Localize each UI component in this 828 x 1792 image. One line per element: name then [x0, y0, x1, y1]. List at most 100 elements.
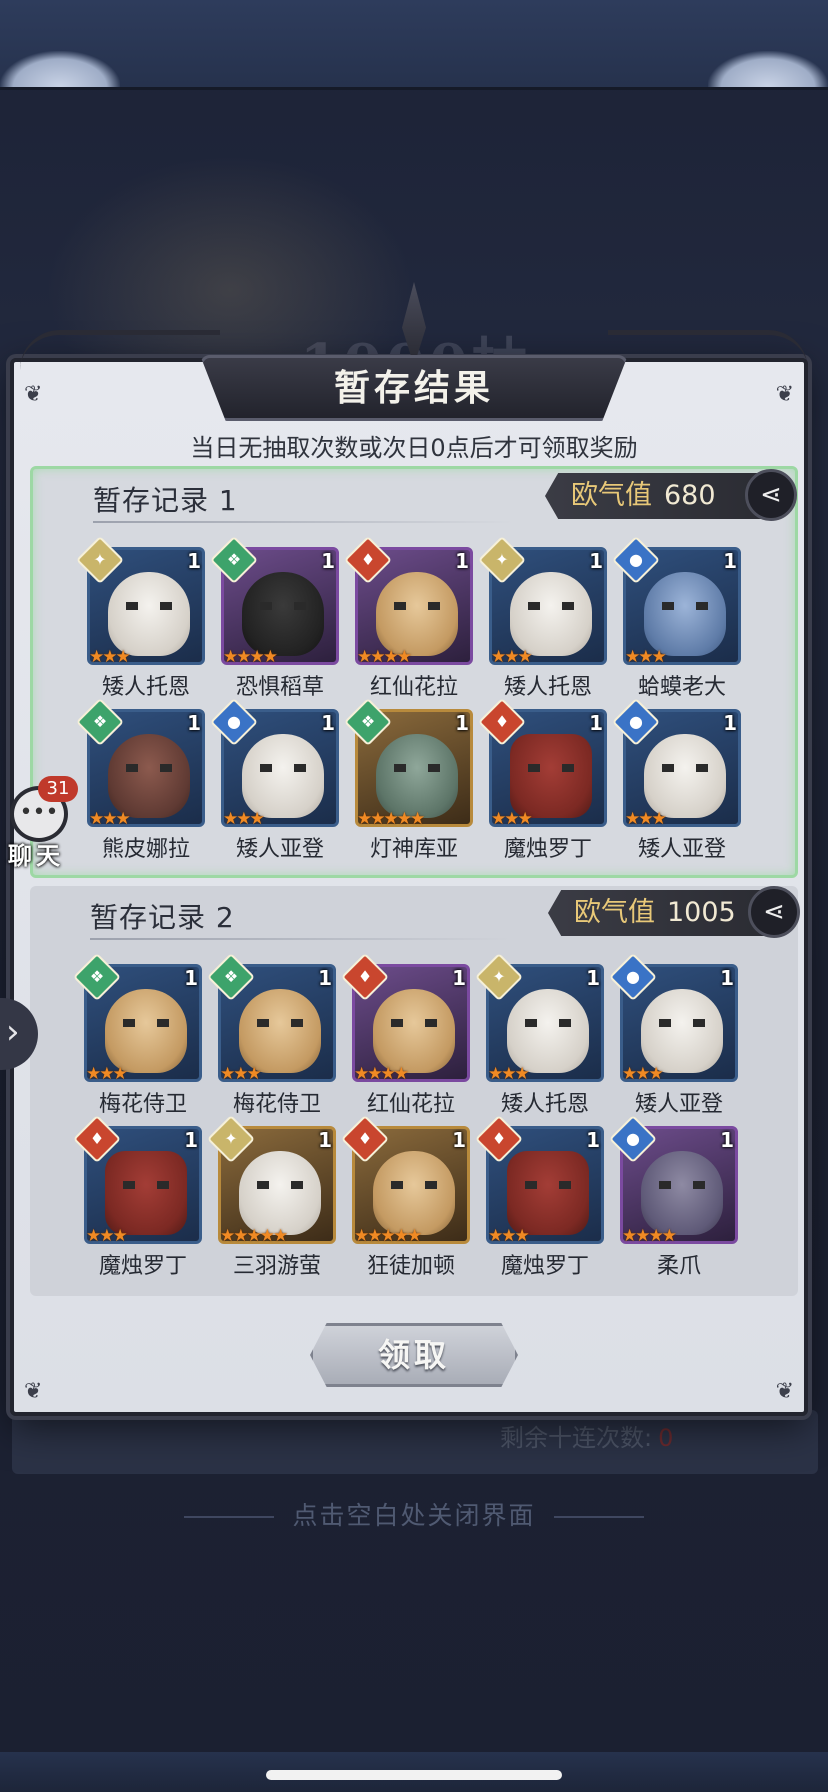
hero-name: 魔烛罗丁 [503, 837, 592, 862]
hero-count: 1 [184, 966, 198, 990]
luck-label: 欧气值 [571, 480, 652, 511]
cloud-decoration [708, 51, 828, 87]
hero-count: 1 [455, 549, 469, 573]
hero-stars: ★★★★ [354, 1064, 409, 1084]
hero-name: 矮人亚登 [634, 1092, 723, 1117]
hero-face [507, 1151, 589, 1235]
hero-card[interactable]: ❖ 1 ★★★ 熊皮娜拉 [75, 697, 205, 862]
hero-face [510, 734, 592, 818]
claim-button[interactable]: 领取 [310, 1323, 518, 1387]
remaining-draws-text: 剩余十连次数: 0 [500, 1418, 673, 1453]
hero-card[interactable]: ♦ 1 ★★★ 魔烛罗丁 [477, 697, 607, 862]
hero-stars: ★★★ [625, 647, 667, 667]
hero-card[interactable]: ♦ 1 ★★★★ 红仙花拉 [340, 952, 470, 1117]
share-icon: ⋖ [763, 897, 785, 927]
hero-count: 1 [321, 711, 335, 735]
hero-card[interactable]: ♦ 1 ★★★ 魔烛罗丁 [72, 1114, 202, 1279]
hero-stars: ★★★★ [223, 647, 278, 667]
temp-record-1[interactable]: 暂存记录 1 欧气值 680 ⋖ ✦ 1 ★★★ 矮人托恩 ❖ 1 ★★★★ 恐惧… [30, 466, 798, 878]
hero-stars: ★★★ [89, 647, 131, 667]
hero-eyes [528, 764, 574, 772]
hero-card[interactable]: ● 1 ★★★ 矮人亚登 [608, 952, 738, 1117]
hero-card[interactable]: ● 1 ★★★ 蛤蟆老大 [611, 535, 741, 700]
corner-ornament-icon: ❦ [24, 1379, 43, 1404]
hero-name: 矮人托恩 [503, 675, 592, 700]
hero-face [644, 734, 726, 818]
luck-value: 680 [664, 480, 716, 511]
hero-eyes [260, 602, 306, 610]
hero-card[interactable]: ♦ 1 ★★★★★ 狂徒加顿 [340, 1114, 470, 1279]
hero-name: 红仙花拉 [369, 675, 458, 700]
share-button[interactable]: ⋖ [745, 469, 797, 521]
hero-eyes [528, 602, 574, 610]
hero-eyes [123, 1181, 169, 1189]
hero-eyes [391, 1181, 437, 1189]
hero-stars: ★★★ [488, 1226, 530, 1246]
close-hint[interactable]: 点击空白处关闭界面 [0, 1496, 828, 1532]
hero-stars: ★★★★ [622, 1226, 677, 1246]
hero-card[interactable]: ❖ 1 ★★★ 梅花侍卫 [206, 952, 336, 1117]
hero-card[interactable]: ✦ 1 ★★★ 矮人托恩 [75, 535, 205, 700]
record-title: 暂存记录 2 [90, 901, 235, 934]
hero-card[interactable]: ● 1 ★★★ 矮人亚登 [611, 697, 741, 862]
hero-name: 魔烛罗丁 [500, 1254, 589, 1279]
dialog-title: 暂存结果 [200, 355, 628, 421]
hero-stars: ★★★★ [357, 647, 412, 667]
hero-eyes [394, 602, 440, 610]
hero-face [242, 572, 324, 656]
hero-stars: ★★★ [491, 647, 533, 667]
hero-eyes [394, 764, 440, 772]
share-button[interactable]: ⋖ [748, 886, 800, 938]
hero-card[interactable]: ❖ 1 ★★★ 梅花侍卫 [72, 952, 202, 1117]
hero-eyes [257, 1019, 303, 1027]
hero-stars: ★★★ [86, 1064, 128, 1084]
hero-stars: ★★★ [491, 809, 533, 829]
hero-stars: ★★★ [488, 1064, 530, 1084]
hero-name: 矮人亚登 [235, 837, 324, 862]
hero-name: 魔烛罗丁 [98, 1254, 187, 1279]
hero-card[interactable]: ● 1 ★★★★ 柔爪 [608, 1114, 738, 1279]
hero-count: 1 [184, 1128, 198, 1152]
hero-name: 梅花侍卫 [232, 1092, 321, 1117]
hero-card[interactable]: ✦ 1 ★★★ 矮人托恩 [474, 952, 604, 1117]
hero-card[interactable]: ● 1 ★★★ 矮人亚登 [209, 697, 339, 862]
hero-stars: ★★★★★ [357, 809, 425, 829]
title-wing-decoration [608, 330, 808, 370]
hero-eyes [525, 1019, 571, 1027]
hero-count: 1 [318, 966, 332, 990]
temp-record-2[interactable]: 暂存记录 2 欧气值 1005 ⋖ ❖ 1 ★★★ 梅花侍卫 ❖ 1 ★★★ 梅花… [30, 886, 800, 1296]
hero-stars: ★★★ [86, 1226, 128, 1246]
hero-face [376, 734, 458, 818]
hero-eyes [662, 764, 708, 772]
corner-ornament-icon: ❦ [775, 1379, 794, 1404]
hero-eyes [126, 602, 172, 610]
luck-value: 1005 [667, 897, 736, 928]
hero-card[interactable]: ✦ 1 ★★★★★ 三羽游萤 [206, 1114, 336, 1279]
remaining-draws-value: 0 [658, 1424, 674, 1452]
hero-face [239, 1151, 321, 1235]
hero-name: 梅花侍卫 [98, 1092, 187, 1117]
hero-stars: ★★★ [220, 1064, 262, 1084]
hero-stars: ★★★ [622, 1064, 664, 1084]
hero-face [239, 989, 321, 1073]
hero-eyes [525, 1181, 571, 1189]
hero-count: 1 [586, 966, 600, 990]
hero-name: 柔爪 [656, 1254, 701, 1279]
hero-face [510, 572, 592, 656]
hero-card[interactable]: ♦ 1 ★★★ 魔烛罗丁 [474, 1114, 604, 1279]
chat-widget[interactable]: ••• 31 聊天 [4, 776, 78, 870]
hero-stars: ★★★★★ [354, 1226, 422, 1246]
hero-card[interactable]: ❖ 1 ★★★★★ 灯神库亚 [343, 697, 473, 862]
hero-count: 1 [187, 711, 201, 735]
hero-card[interactable]: ❖ 1 ★★★★ 恐惧稻草 [209, 535, 339, 700]
hero-card[interactable]: ♦ 1 ★★★★ 红仙花拉 [343, 535, 473, 700]
hero-eyes [126, 764, 172, 772]
hero-card[interactable]: ✦ 1 ★★★ 矮人托恩 [477, 535, 607, 700]
home-indicator[interactable] [266, 1770, 562, 1780]
hero-count: 1 [452, 966, 466, 990]
hero-eyes [662, 602, 708, 610]
background-info-bar [12, 1410, 818, 1474]
share-icon: ⋖ [760, 480, 782, 510]
chevron-right-icon: › [6, 1012, 20, 1052]
hero-eyes [260, 764, 306, 772]
